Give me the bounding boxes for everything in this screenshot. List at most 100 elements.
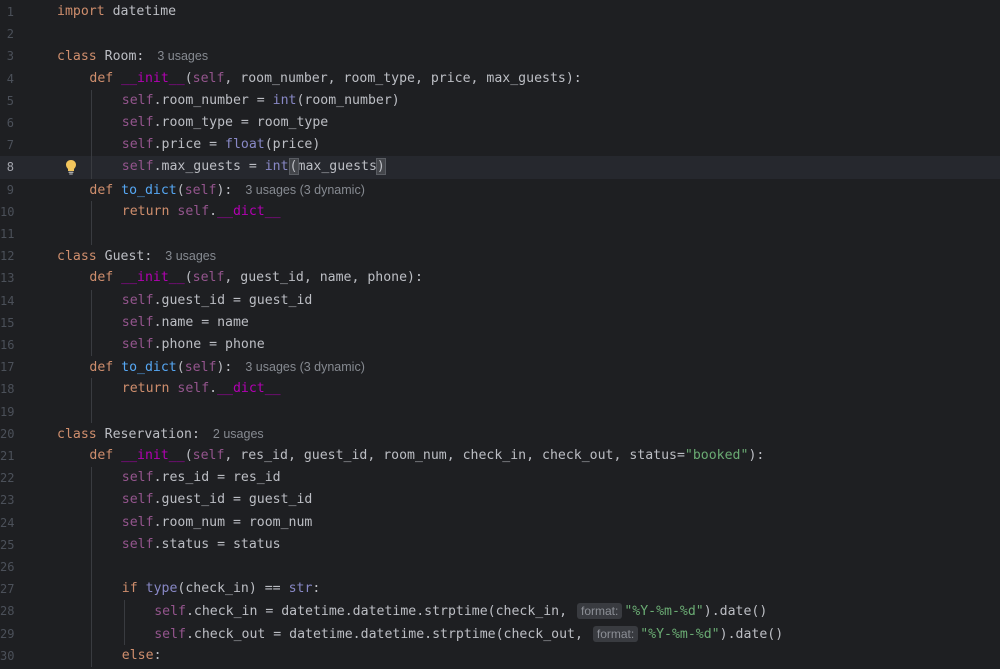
code-token: def [89, 270, 114, 286]
code-line[interactable]: 12 class Guest: 3 usages [0, 245, 1000, 267]
code-text: class Room: 3 usages [57, 45, 208, 68]
code-line[interactable]: 9 def to_dict(self): 3 usages (3 dynamic) [0, 179, 1000, 201]
code-line[interactable]: 2 [0, 23, 1000, 45]
code-token: max_guests [297, 159, 377, 175]
code-text: self.max_guests = int(max_guests) [121, 156, 386, 178]
usages-hint[interactable]: 3 usages [157, 49, 208, 63]
code-token: int [264, 159, 289, 175]
code-token: class [57, 426, 97, 442]
code-line[interactable]: 30 else: [0, 645, 1000, 667]
code-text: self.phone = phone [122, 334, 265, 356]
code-line[interactable]: 17 def to_dict(self): 3 usages (3 dynamic) [0, 356, 1000, 378]
code-line[interactable]: 6 self.room_type = room_type [0, 112, 1000, 134]
code-line[interactable]: 11 [0, 223, 1000, 245]
code-token: else [121, 647, 154, 663]
code-token: datetime [104, 4, 177, 19]
line-number: 20 [0, 426, 15, 441]
code-line[interactable]: 24 self.room_num = room_num [0, 512, 1000, 534]
code-token: .check_in = datetime.datetime.strptime(c… [185, 604, 575, 620]
code-line[interactable]: 4 def __init__(self, room_number, room_ty… [0, 68, 1000, 90]
code-line[interactable]: 3 class Room: 3 usages [0, 45, 1000, 67]
code-area[interactable]: 1 import datetime 2 3 class Room: 3 usages 4 de… [0, 0, 1000, 669]
code-text: def __init__(self, res_id, guest_id, roo… [89, 445, 764, 467]
code-line[interactable]: 21 def __init__(self, res_id, guest_id, r… [0, 445, 1000, 467]
code-text: self.room_num = room_num [122, 512, 313, 534]
code-line[interactable]: 20 class Reservation: 2 usages [0, 423, 1000, 445]
line-number: 3 [6, 49, 14, 64]
code-token: .check_out = datetime.datetime.strptime(… [185, 626, 591, 642]
parameter-hint: format: [577, 603, 623, 620]
line-number: 26 [0, 560, 15, 574]
code-token: self [121, 159, 154, 175]
line-number: 30 [0, 648, 15, 663]
usages-hint[interactable]: 3 usages (3 dynamic) [245, 360, 365, 374]
code-text: if type(check_in) == str: [122, 578, 321, 600]
matched-brace: ) [375, 158, 386, 176]
code-line[interactable]: 27 if type(check_in) == str: [0, 578, 1000, 600]
code-token: .res_id = res_id [153, 470, 281, 486]
code-line[interactable]: 10 return self.__dict__ [0, 201, 1000, 223]
code-token: self [184, 360, 217, 376]
code-line[interactable]: 5 self.room_number = int(room_number) [0, 90, 1000, 112]
code-line[interactable]: 26 [0, 556, 1000, 578]
code-text: self.check_out = datetime.datetime.strpt… [154, 623, 783, 646]
line-number: 6 [6, 116, 14, 130]
code-token: .guest_id = guest_id [153, 292, 313, 308]
code-token: Guest: [96, 249, 153, 265]
code-token: self [154, 604, 186, 620]
code-token: self [121, 536, 154, 552]
code-line[interactable]: 22 self.res_id = res_id [0, 467, 1000, 489]
code-text: def to_dict(self): 3 usages (3 dynamic) [89, 356, 364, 379]
code-token: . [209, 381, 218, 397]
line-number: 23 [0, 493, 15, 508]
code-token: self [121, 470, 154, 486]
code-token: (room_number) [296, 92, 400, 108]
code-text: class Guest: 3 usages [57, 245, 216, 268]
lightbulb-icon[interactable] [64, 156, 78, 178]
line-number: 22 [0, 471, 15, 486]
code-token: self [121, 92, 154, 108]
code-line[interactable]: 23 self.guest_id = guest_id [0, 489, 1000, 511]
code-token: type [145, 581, 178, 597]
code-token: class [57, 249, 97, 265]
line-number: 2 [6, 27, 14, 42]
usages-hint[interactable]: 2 usages [213, 427, 264, 441]
code-line[interactable]: 1 import datetime [0, 1, 1000, 23]
line-number: 9 [6, 182, 14, 197]
code-line[interactable]: 25 self.status = status [0, 534, 1000, 556]
line-number: 7 [6, 138, 14, 153]
code-line[interactable]: 8 self.max_guests = int(max_guests) [0, 156, 1000, 179]
code-token: self [192, 70, 225, 86]
code-line[interactable]: 28 self.check_in = datetime.datetime.strp… [0, 600, 1000, 622]
line-number: 25 [0, 537, 15, 552]
code-line[interactable]: 15 self.name = name [0, 312, 1000, 334]
code-token: : [312, 581, 321, 597]
code-editor[interactable]: 1 import datetime 2 3 class Room: 3 usages 4 de… [0, 0, 1000, 669]
code-token: self [177, 381, 210, 397]
code-line[interactable]: 7 self.price = float(price) [0, 134, 1000, 156]
code-line[interactable]: 13 def __init__(self, guest_id, name, pho… [0, 267, 1000, 289]
code-line[interactable]: 14 self.guest_id = guest_id [0, 290, 1000, 312]
code-token: , res_id, guest_id, room_num, check_in, … [224, 448, 685, 463]
code-token: , guest_id, name, phone): [224, 270, 423, 286]
line-number: 18 [0, 382, 15, 397]
code-line[interactable]: 18 return self.__dict__ [0, 378, 1000, 400]
code-line[interactable]: 19 [0, 401, 1000, 423]
code-text: def __init__(self, room_number, room_typ… [89, 68, 581, 90]
code-text: self.status = status [122, 534, 281, 556]
code-token: "booked" [684, 448, 749, 463]
code-token: def [89, 360, 114, 376]
code-line[interactable]: 29 self.check_out = datetime.datetime.str… [0, 623, 1000, 645]
code-token: .phone = phone [153, 337, 265, 352]
line-number: 10 [0, 204, 15, 219]
usages-hint[interactable]: 3 usages [165, 249, 216, 263]
code-token: .max_guests = [153, 159, 265, 175]
code-token: self [121, 292, 154, 308]
code-line[interactable]: 16 self.phone = phone [0, 334, 1000, 356]
code-text: import datetime [57, 1, 176, 23]
usages-hint[interactable]: 3 usages (3 dynamic) [245, 183, 365, 197]
code-token: to_dict [121, 182, 177, 198]
